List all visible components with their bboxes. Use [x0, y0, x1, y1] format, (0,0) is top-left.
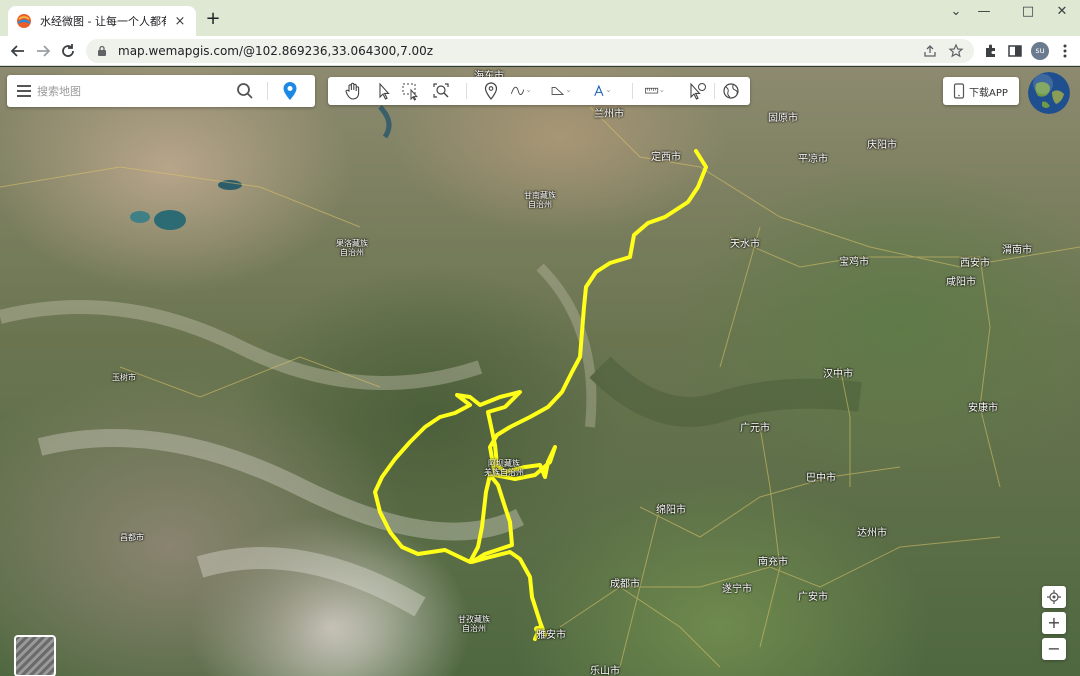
lake — [130, 211, 150, 223]
city-label: 兰州市 — [594, 109, 624, 120]
hand-icon — [345, 82, 360, 100]
text-tool-button[interactable] — [592, 81, 624, 101]
site-favicon-icon — [17, 14, 31, 28]
site-info-icon[interactable] — [96, 45, 108, 57]
polygon-tool-button[interactable] — [550, 81, 582, 101]
share-icon[interactable] — [922, 43, 938, 59]
city-label: 汉中市 — [823, 369, 853, 380]
cursor-info-icon — [690, 82, 706, 100]
browser-toolbar: map.wemapgis.com/@102.869236,33.064300,7… — [0, 36, 1080, 66]
side-panel-icon[interactable] — [1006, 42, 1024, 60]
globe-icon — [723, 83, 739, 99]
marker-icon — [484, 82, 498, 100]
ruler-icon — [644, 87, 664, 94]
new-tab-button[interactable]: + — [202, 9, 224, 31]
city-label: 庆阳市 — [867, 140, 897, 151]
text-icon — [594, 84, 611, 97]
menu-icon[interactable] — [17, 85, 31, 97]
browser-titlebar: 水经微图 - 让每一个人都有自己 × + ⌄ — □ ✕ — [0, 0, 1080, 36]
zoom-extent-tool-button[interactable] — [431, 81, 453, 101]
city-label: 成都市 — [610, 579, 640, 590]
tab-close-icon[interactable]: × — [172, 14, 188, 29]
extensions-icon[interactable] — [982, 42, 1000, 60]
pan-tool-button[interactable] — [342, 81, 364, 101]
download-app-label: 下载APP — [969, 87, 1008, 99]
city-label: 南充市 — [758, 557, 788, 568]
satellite-map[interactable]: 兰州市 海东市 定西市 固原市 庆阳市 平凉市 甘南藏族自治州 天水市 宝鸡市 … — [0, 67, 1080, 676]
locate-me-button[interactable] — [1042, 586, 1066, 608]
profile-avatar[interactable]: su — [1031, 42, 1049, 60]
map-search-input[interactable] — [37, 81, 227, 101]
city-label: 广安市 — [798, 592, 828, 603]
zoom-out-button[interactable]: − — [1042, 638, 1066, 660]
box-select-icon — [402, 83, 418, 101]
city-label: 绵阳市 — [656, 505, 686, 516]
city-label: 达州市 — [857, 528, 887, 539]
divider — [267, 82, 268, 100]
marker-tool-button[interactable] — [480, 81, 502, 101]
city-label: 甘孜藏族 自治州 — [458, 615, 490, 633]
city-label: 宝鸡市 — [839, 257, 869, 268]
location-pin-icon[interactable] — [282, 81, 298, 101]
polyline-icon — [510, 86, 531, 95]
zoom-in-button[interactable]: + — [1042, 612, 1066, 634]
browser-tab[interactable]: 水经微图 - 让每一个人都有自己 × — [8, 6, 196, 36]
divider — [466, 83, 467, 99]
city-label: 巴中市 — [806, 473, 836, 484]
city-label: 乐山市 — [590, 666, 620, 676]
crosshair-icon — [1047, 590, 1061, 604]
city-label: 果洛藏族 自治州 — [336, 239, 368, 257]
more-menu-icon[interactable] — [1056, 42, 1074, 60]
close-window-button[interactable]: ✕ — [1042, 4, 1080, 20]
lake — [378, 105, 392, 139]
city-label: 固原市 — [768, 113, 798, 124]
city-label: 阿坝藏族 羌族自治州 — [484, 459, 524, 477]
world-tool-button[interactable] — [720, 81, 742, 101]
bookmark-star-icon[interactable] — [948, 43, 964, 59]
tab-title: 水经微图 - 让每一个人都有自己 — [40, 15, 166, 28]
globe-basemap-icon[interactable] — [1028, 72, 1070, 114]
select-tool-button[interactable] — [372, 81, 394, 101]
city-label: 渭南市 — [1002, 245, 1032, 256]
address-bar[interactable]: map.wemapgis.com/@102.869236,33.064300,7… — [86, 39, 974, 63]
city-label: 定西市 — [651, 152, 681, 163]
draw-toolbar — [328, 77, 750, 105]
identify-tool-button[interactable] — [686, 81, 708, 101]
minimize-button[interactable]: — — [964, 4, 1004, 20]
measure-tool-button[interactable] — [644, 81, 676, 101]
cursor-icon — [379, 82, 390, 100]
polygon-icon — [551, 87, 571, 95]
city-label: 安康市 — [968, 403, 998, 414]
search-icon[interactable] — [236, 82, 254, 100]
download-app-button[interactable]: 下载APP — [943, 77, 1019, 105]
search-panel — [7, 75, 315, 107]
polyline-tool-button[interactable] — [510, 81, 542, 101]
lake — [154, 210, 186, 230]
city-label: 玉树市 — [112, 373, 136, 382]
box-select-tool-button[interactable] — [400, 81, 422, 101]
city-label: 天水市 — [730, 239, 760, 250]
back-arrow-icon[interactable] — [8, 41, 28, 61]
city-label: 咸阳市 — [946, 277, 976, 288]
city-label: 平凉市 — [798, 154, 828, 165]
city-label: 遂宁市 — [722, 584, 752, 595]
phone-icon — [953, 83, 965, 99]
map-overlay — [0, 105, 1080, 668]
zoom-area-icon — [433, 83, 449, 98]
reload-icon[interactable] — [58, 41, 78, 61]
layer-switcher-thumbnail[interactable] — [14, 635, 56, 676]
city-label: 昌都市 — [120, 533, 144, 542]
city-label: 西安市 — [960, 258, 990, 269]
divider — [714, 83, 715, 99]
city-label: 广元市 — [740, 423, 770, 434]
divider — [632, 83, 633, 99]
city-label: 甘南藏族 自治州 — [524, 191, 556, 209]
city-label: 雅安市 — [536, 630, 566, 641]
terrain-texture — [0, 263, 862, 617]
forward-arrow-icon[interactable] — [33, 41, 53, 61]
url-text: map.wemapgis.com/@102.869236,33.064300,7… — [118, 44, 434, 58]
